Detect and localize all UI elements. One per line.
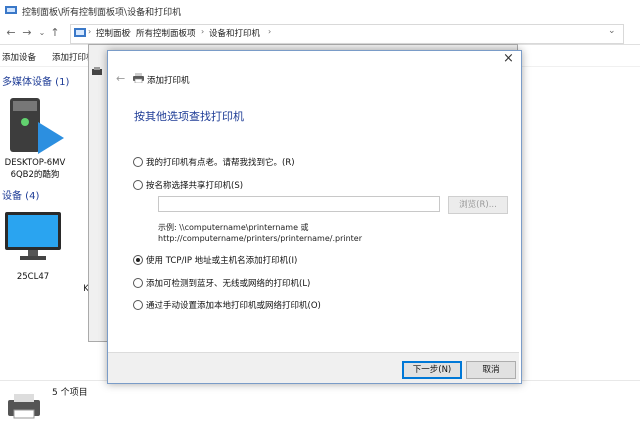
option-old-printer-label[interactable]: 我的打印机有点老。请帮我找到它。(R) xyxy=(146,156,295,168)
example-line-2: http://computername/printers/printername… xyxy=(158,234,363,243)
monitor-icon[interactable] xyxy=(4,210,62,264)
forward-arrow-icon[interactable]: → xyxy=(20,26,34,40)
option-tcpip-label[interactable]: 使用 TCP/IP 地址或主机名添加打印机(I) xyxy=(146,254,297,266)
printer-status-icon xyxy=(8,394,40,419)
breadcrumb-devices-printers[interactable]: 设备和打印机 xyxy=(209,27,260,39)
add-printer-dialog xyxy=(107,50,522,384)
option-manual-local-label[interactable]: 通过手动设置添加本地打印机或网络打印机(O) xyxy=(146,299,321,311)
example-line-1: 示例: \\computername\printername 或 xyxy=(158,223,309,232)
up-arrow-icon[interactable]: ↑ xyxy=(48,26,62,40)
breadcrumb-separator: › xyxy=(88,27,92,36)
radio-bluetooth-wireless[interactable] xyxy=(133,278,143,288)
device-label-monitor: 25CL47 xyxy=(16,272,50,282)
background-window-icon xyxy=(92,67,102,75)
option-bluetooth-wireless-label[interactable]: 添加可检测到蓝牙、无线或网络的打印机(L) xyxy=(146,277,310,289)
dialog-heading: 按其他选项查找打印机 xyxy=(134,110,244,123)
printer-name-input[interactable] xyxy=(158,196,440,212)
radio-old-printer[interactable] xyxy=(133,157,143,167)
section-multimedia: 多媒体设备 (1) xyxy=(2,77,70,88)
address-dropdown-icon[interactable]: ⌄ xyxy=(608,26,616,36)
device-label-desktop: DESKTOP-6MV 6QB2的酷狗 xyxy=(4,158,66,180)
control-panel-icon xyxy=(5,6,17,14)
control-panel-small-icon xyxy=(74,28,86,37)
status-bar xyxy=(0,380,640,421)
breadcrumb-all-items[interactable]: 所有控制面板项 xyxy=(136,27,196,39)
close-icon[interactable]: × xyxy=(503,51,514,66)
radio-tcpip[interactable] xyxy=(133,255,143,265)
breadcrumb-control-panel[interactable]: 控制面板 xyxy=(96,27,130,39)
window-title: 控制面板\所有控制面板项\设备和打印机 xyxy=(22,8,182,18)
back-arrow-icon[interactable]: ← xyxy=(4,26,18,40)
explorer-titlebar: 控制面板\所有控制面板项\设备和打印机 xyxy=(0,0,640,23)
breadcrumb-separator: › xyxy=(201,27,205,36)
browse-button[interactable]: 浏览(R)... xyxy=(448,196,508,214)
cancel-button[interactable]: 取消 xyxy=(466,361,516,379)
next-button[interactable]: 下一步(N) xyxy=(402,361,462,379)
breadcrumb-separator: › xyxy=(268,27,272,36)
item-count: 5 个项目 xyxy=(52,388,88,398)
radio-manual-local[interactable] xyxy=(133,300,143,310)
media-server-icon[interactable] xyxy=(8,98,66,156)
radio-shared-by-name[interactable] xyxy=(133,180,143,190)
option-shared-by-name-label[interactable]: 按名称选择共享打印机(S) xyxy=(146,179,243,191)
breadcrumb-separator: › xyxy=(128,27,132,36)
printer-icon xyxy=(133,73,144,83)
dialog-back-arrow-icon[interactable]: ← xyxy=(116,72,125,85)
recent-chevron-icon[interactable]: ⌄ xyxy=(35,26,49,40)
section-devices: 设备 (4) xyxy=(2,191,40,202)
add-device-button[interactable]: 添加设备 xyxy=(2,51,36,63)
dialog-title: 添加打印机 xyxy=(147,76,190,86)
